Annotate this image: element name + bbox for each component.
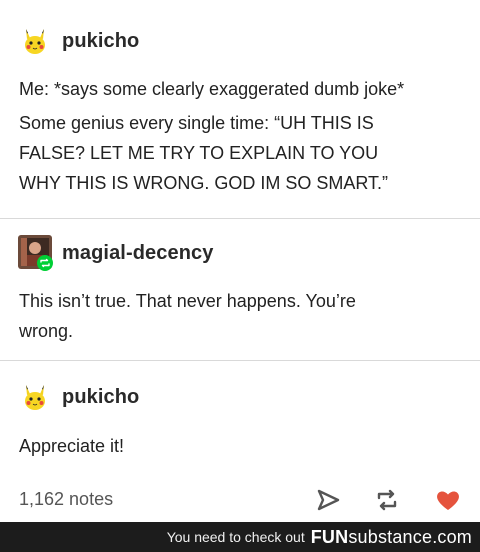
post-text-line: Some genius every single time: “UH THIS …	[19, 113, 374, 133]
brand-substance: substance	[348, 526, 433, 547]
watermark-text: You need to check out	[166, 529, 305, 545]
post-text-line: wrong.	[19, 321, 74, 341]
post-text-line: Appreciate it!	[19, 436, 125, 456]
reblog-badge-icon	[37, 255, 53, 271]
brand-fun: FUN	[310, 526, 349, 547]
post-footer: 1,162 notes	[0, 476, 480, 522]
heart-icon[interactable]	[434, 486, 462, 514]
post-body: This isn’t true. That never happens. You…	[19, 286, 466, 346]
post-3: pukicho Appreciate it!	[0, 361, 480, 476]
username[interactable]: magial-decency	[62, 242, 213, 265]
pikachu-avatar-icon[interactable]	[18, 24, 52, 58]
post-1: pukicho Me: *says some clearly exaggerat…	[0, 0, 480, 218]
username[interactable]: pukicho	[62, 386, 139, 409]
share-icon[interactable]	[314, 486, 342, 514]
post-body: Me: *says some clearly exaggerated dumb …	[19, 74, 466, 198]
watermark-brand[interactable]: FUNsubstance.com	[311, 527, 472, 548]
post-header: pukicho	[18, 24, 139, 58]
username[interactable]: pukicho	[62, 30, 139, 53]
post-header: magial-decency	[18, 235, 213, 271]
brand-tld: .com	[432, 526, 472, 547]
post-text-line: This isn’t true. That never happens. You…	[19, 291, 356, 311]
notes-count[interactable]: 1,162 notes	[19, 489, 113, 510]
pikachu-avatar-icon[interactable]	[18, 380, 52, 414]
post-text-line: Me: *says some clearly exaggerated dumb …	[19, 79, 405, 99]
post-body: Appreciate it!	[19, 431, 466, 461]
watermark-bar: You need to check out FUNsubstance.com	[0, 522, 480, 552]
post-header: pukicho	[18, 380, 139, 414]
post-text-line: WHY THIS IS WRONG. GOD IM SO SMART.”	[19, 173, 389, 193]
post-2: magial-decency This isn’t true. That nev…	[0, 219, 480, 360]
reblog-icon[interactable]	[373, 486, 401, 514]
post-text-line: FALSE? LET ME TRY TO EXPLAIN TO YOU	[19, 143, 379, 163]
